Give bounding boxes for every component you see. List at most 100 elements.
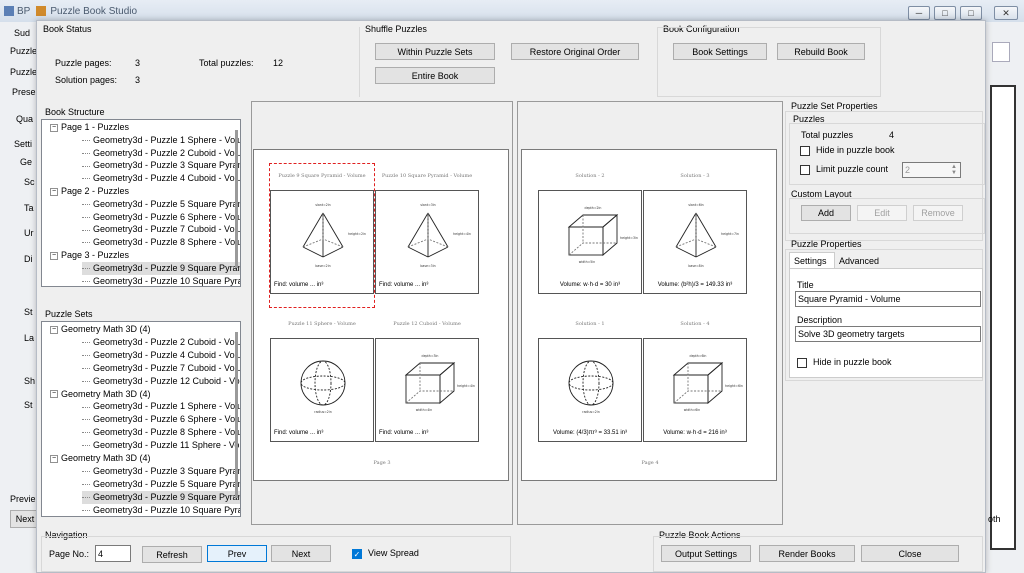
bg-preview-label: Previe	[10, 494, 36, 504]
tree-node[interactable]: Geometry3d - Puzzle 5 Square Pyrami	[82, 198, 240, 211]
tree-node[interactable]: Geometry3d - Puzzle 7 Cuboid - Volum	[82, 223, 240, 236]
tab-settings[interactable]: Settings	[789, 252, 835, 268]
collapse-icon[interactable]: −	[50, 251, 58, 260]
puzzle-hide-checkbox[interactable]: Hide in puzzle book	[797, 357, 892, 368]
prev-button[interactable]: Prev	[207, 545, 267, 562]
collapse-icon[interactable]: −	[50, 187, 58, 196]
entire-book-button[interactable]: Entire Book	[375, 67, 495, 84]
tree-node[interactable]: Geometry3d - Puzzle 9 Square Pyramid - \	[82, 490, 240, 504]
tree-node[interactable]: Geometry3d - Puzzle 7 Cuboid - Volume	[82, 362, 240, 375]
description-field[interactable]: Solve 3D geometry targets	[795, 326, 981, 342]
tree-node[interactable]: Geometry3d - Puzzle 3 Square Pyramid - \	[82, 465, 240, 478]
right-page: Solution - 2 depth=2in height=3in width=5in…	[521, 149, 777, 481]
tree-node[interactable]: − Geometry Math 3D (4)	[50, 323, 151, 336]
bg-label-quality: Qua	[16, 114, 34, 124]
tab-settings-label: Settings	[794, 256, 827, 266]
limit-count-checkbox[interactable]: Limit puzzle count	[800, 164, 888, 175]
tree-node[interactable]: Geometry3d - Puzzle 10 Square Pyramid -	[82, 504, 240, 516]
close-button[interactable]: Close	[861, 545, 959, 562]
tree-node[interactable]: Geometry3d - Puzzle 11 Sphere - Volume	[82, 439, 240, 452]
restore-order-button[interactable]: Restore Original Order	[511, 43, 639, 60]
next-button[interactable]: Next	[271, 545, 331, 562]
restore-icon[interactable]: □	[960, 6, 982, 20]
puzzle-card[interactable]: slant=6in height=7in base=8in Volume: (b²h)…	[643, 190, 747, 294]
collapse-icon[interactable]: −	[50, 454, 58, 463]
tree-node[interactable]: Geometry3d - Puzzle 2 Cuboid - Volume	[82, 336, 240, 349]
layout-add-button[interactable]: Add	[801, 205, 851, 221]
puzzle-card[interactable]: slant=3in height=4in base=3in Find: volume …	[375, 190, 479, 294]
shape-diagram: depth=2in height=3in width=5in	[567, 206, 638, 264]
puzzle-sets-tree[interactable]: − Geometry Math 3D (4) Geometry3d - Puzzle…	[41, 321, 241, 517]
minimize-icon[interactable]: ─	[908, 6, 930, 20]
tab-advanced[interactable]: Advanced	[835, 254, 883, 268]
close-window-icon[interactable]: ✕	[994, 6, 1018, 20]
bg-tab-puzzle-b[interactable]: Puzzle	[10, 67, 37, 77]
puzzle-hide-check-icon[interactable]	[797, 357, 807, 368]
tree-node[interactable]: − Geometry Math 3D (4)	[50, 388, 151, 401]
set-hide-checkbox[interactable]: Hide in puzzle book	[800, 145, 895, 156]
puzzle-card[interactable]: depth=3in height=4in width=4in Find: volume…	[375, 338, 479, 442]
limit-count-stepper[interactable]: 2 ▲ ▼	[902, 162, 961, 178]
maximize-icon[interactable]: □	[934, 6, 956, 20]
limit-count-check-icon[interactable]	[800, 164, 810, 175]
title-field-label: Title	[797, 280, 814, 290]
card-header: Solution - 2	[575, 173, 605, 179]
book-structure-tree[interactable]: − Page 1 - Puzzles Geometry3d - Puzzle 1 S…	[41, 119, 241, 287]
tree-node[interactable]: Geometry3d - Puzzle 3 Square Pyrami	[82, 159, 240, 172]
refresh-button[interactable]: Refresh	[142, 546, 202, 563]
output-settings-button[interactable]: Output Settings	[661, 545, 751, 562]
tree-node[interactable]: Geometry3d - Puzzle 4 Cuboid - Volume	[82, 349, 240, 362]
tree-node[interactable]: Geometry3d - Puzzle 2 Cuboid - Volum	[82, 147, 240, 160]
title-field[interactable]: Square Pyramid - Volume	[795, 291, 981, 307]
puzzle-card[interactable]: radius=2in Find: volume ... in³	[270, 338, 374, 442]
tree-node[interactable]: Geometry3d - Puzzle 4 Cuboid - Volum	[82, 172, 240, 185]
bg-tab-sudoku[interactable]: Sud	[14, 28, 30, 38]
stepper-arrows-icon[interactable]: ▲ ▼	[951, 164, 957, 176]
puzzle-card[interactable]: depth=6in height=6in width=6in Volume: w·h·…	[643, 338, 747, 442]
bg-right-field[interactable]	[992, 42, 1010, 62]
bg-tab-puzzle-a[interactable]: Puzzle	[10, 46, 37, 56]
puzzle-props-title: Puzzle Properties	[791, 239, 862, 249]
within-puzzle-sets-button[interactable]: Within Puzzle Sets	[375, 43, 495, 60]
page-number-input[interactable]: 4	[95, 545, 131, 562]
collapse-icon[interactable]: −	[50, 390, 58, 399]
rebuild-book-button[interactable]: Rebuild Book	[777, 43, 865, 60]
tree-node[interactable]: Geometry3d - Puzzle 1 Sphere - Volume	[82, 400, 240, 413]
card-header: Puzzle 12 Cuboid - Volume	[393, 321, 461, 327]
tree-node[interactable]: Geometry3d - Puzzle 6 Sphere - Volum	[82, 211, 241, 224]
tree-node[interactable]: − Page 3 - Puzzles	[50, 249, 129, 262]
tree-node[interactable]: Geometry3d - Puzzle 5 Square Pyramid - \	[82, 478, 240, 491]
tree-scrollbar[interactable]	[235, 332, 238, 498]
tree-connector-icon	[82, 178, 90, 180]
puzzle-card[interactable]: radius=2in Volume: (4/3)πr³ = 33.51 in³	[538, 338, 642, 442]
tree-connector-icon	[82, 165, 90, 167]
tree-node[interactable]: − Page 2 - Puzzles	[50, 185, 129, 198]
puzzle-card[interactable]: depth=2in height=3in width=5in Volume: w·h·…	[538, 190, 642, 294]
tree-node[interactable]: Geometry3d - Puzzle 10 Square Pyran	[82, 275, 240, 286]
layout-remove-button[interactable]: Remove	[913, 205, 963, 221]
book-settings-button[interactable]: Book Settings	[673, 43, 767, 60]
tree-node-label: Geometry3d - Puzzle 1 Sphere - Volum	[93, 134, 241, 145]
bg-tab-settings[interactable]: Setti	[14, 139, 32, 149]
tree-node[interactable]: Geometry3d - Puzzle 8 Sphere - Volume	[82, 426, 240, 439]
view-spread-check-icon[interactable]: ✓	[352, 548, 362, 559]
tree-node-label: Geometry3d - Puzzle 6 Sphere - Volum	[93, 211, 241, 222]
tree-node[interactable]: Geometry3d - Puzzle 1 Sphere - Volum	[82, 134, 241, 147]
set-hide-check-icon[interactable]	[800, 145, 810, 156]
tree-node[interactable]: − Geometry Math 3D (4)	[50, 452, 151, 465]
tree-node[interactable]: Geometry3d - Puzzle 12 Cuboid - Volume	[82, 375, 240, 388]
tree-node[interactable]: Geometry3d - Puzzle 8 Sphere - Volum	[82, 236, 240, 249]
tree-node[interactable]: − Page 1 - Puzzles	[50, 121, 129, 134]
answer-line: Volume: w·h·d = 30 in³	[559, 282, 621, 288]
collapse-icon[interactable]: −	[50, 123, 58, 132]
set-hide-label: Hide in puzzle book	[816, 145, 895, 155]
view-spread-checkbox[interactable]: ✓ View Spread	[352, 548, 419, 559]
page-number-value: 4	[98, 548, 104, 559]
pyramid-edge	[675, 246, 697, 258]
render-books-button[interactable]: Render Books	[759, 545, 855, 562]
tree-node[interactable]: Geometry3d - Puzzle 6 Sphere - Volume	[82, 413, 240, 426]
tree-node[interactable]: Geometry3d - Puzzle 9 Square Pyrami	[82, 261, 240, 275]
collapse-icon[interactable]: −	[50, 325, 58, 334]
layout-edit-button[interactable]: Edit	[857, 205, 907, 221]
tree-scrollbar[interactable]	[235, 130, 238, 268]
